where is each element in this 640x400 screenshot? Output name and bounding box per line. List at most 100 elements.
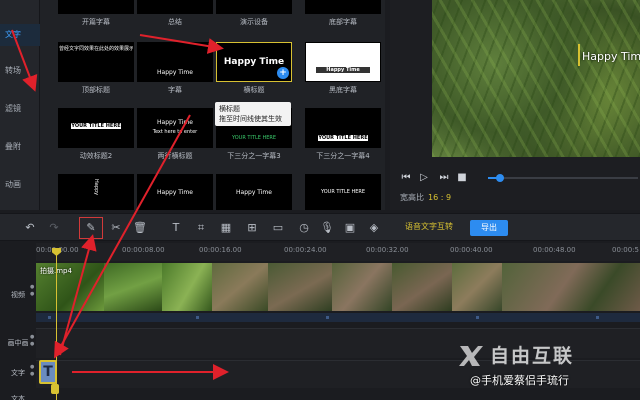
template-thumbnail: YOUR TITLE HERE (58, 108, 134, 148)
template-caption: 横标题 (243, 86, 265, 94)
template-card[interactable]: 底部字幕 (305, 0, 381, 27)
tooltip-title: 横标题 (219, 105, 240, 113)
video-thumbnail (452, 263, 502, 311)
time-tick: 00:00:40.00 (450, 246, 493, 254)
video-track[interactable]: 拍摄.mp4 (36, 263, 640, 311)
sidebar-item-animation[interactable]: 动画 (0, 174, 40, 196)
template-card[interactable]: Happy Time (216, 174, 292, 210)
template-thumbnail: Happy Time (137, 42, 213, 82)
template-preview-text: Happy (93, 179, 99, 196)
speech-to-text-button[interactable]: 语音文字互转 (405, 221, 453, 232)
template-caption: 两行横标题 (157, 152, 193, 160)
template-caption: 顶部标题 (82, 86, 110, 94)
template-caption: 黑底字幕 (329, 86, 357, 94)
edit-icon[interactable]: ✎ (79, 217, 103, 239)
template-card[interactable]: Happy Time (137, 174, 213, 210)
stop-icon[interactable]: ■ (456, 172, 468, 184)
redo-icon[interactable]: ↷ (46, 220, 62, 236)
aspect-ratio[interactable]: 宽高比 16 : 9 (400, 192, 451, 203)
template-card[interactable]: 总结 (137, 0, 213, 27)
video-thumbnail (162, 263, 212, 311)
freeze-icon[interactable]: ⊞ (244, 220, 260, 236)
template-preview-text: Happy Time (157, 119, 193, 126)
text-icon[interactable]: T (168, 220, 184, 236)
template-card-selected[interactable]: Happy Time + 横标题 (216, 42, 292, 95)
template-preview-text: Happy Time (236, 189, 272, 196)
watermark-logo-icon (459, 346, 483, 366)
delete-icon[interactable]: 🗑 (132, 220, 148, 236)
template-card[interactable]: Happy (58, 174, 134, 210)
category-sidebar: 文字 转场 滤镜 叠附 动画 (0, 0, 40, 210)
template-thumbnail: Happy Time Text here to enter (137, 108, 213, 148)
text-clip-handle[interactable] (51, 384, 59, 394)
watermark-brand: 自由互联 (490, 345, 575, 367)
play-icon[interactable]: ▷ (418, 172, 430, 184)
template-caption: 底部字幕 (329, 18, 357, 26)
tooltip-hint: 拖至时间线使其生效 (219, 115, 282, 123)
track-label-audio: 文本 (11, 395, 25, 400)
add-icon[interactable]: + (277, 67, 289, 79)
video-thumbnail (212, 263, 268, 311)
zoom-icon[interactable]: ▭ (270, 220, 286, 236)
template-card[interactable]: 开篇字幕 (58, 0, 134, 27)
text-clip[interactable]: T (39, 360, 57, 384)
audio-marker (48, 316, 51, 319)
template-thumbnail: Happy Time (305, 42, 381, 82)
template-thumbnail: Happy (58, 174, 134, 210)
template-thumbnail: Happy Time + (216, 42, 292, 82)
template-card[interactable]: 演示设备 (216, 0, 292, 27)
sidebar-item-filter[interactable]: 滤镜 (0, 98, 40, 120)
undo-icon[interactable]: ↶ (22, 220, 38, 236)
template-preview-text: YOUR TITLE HERE (231, 135, 277, 141)
template-thumbnail: YOUR TITLE HERE (305, 174, 381, 210)
export-button[interactable]: 导出 (470, 220, 508, 236)
template-preview-text: YOUR TITLE HERE (320, 189, 366, 195)
template-preview-subtext: Text here to enter (152, 129, 198, 135)
audio-waveform[interactable] (36, 313, 640, 322)
video-preview[interactable]: Happy Time (432, 0, 640, 157)
progress-handle[interactable] (496, 174, 504, 182)
video-thumbnail (502, 263, 640, 311)
sidebar-item-text[interactable]: 文字 (0, 24, 40, 46)
cut-icon[interactable]: ✂ (108, 220, 124, 236)
video-thumbnail (392, 263, 452, 311)
mosaic-icon[interactable]: ▦ (218, 220, 234, 236)
preview-progress-bar[interactable] (488, 174, 638, 182)
crop-icon[interactable]: ⌗ (193, 220, 209, 236)
audio-marker (196, 316, 199, 319)
template-card[interactable]: YOUR TITLE HERE 动效标题2 (58, 108, 134, 161)
screenshot-icon[interactable]: ▣ (342, 220, 358, 236)
time-tick: 00:00:32.00 (366, 246, 409, 254)
template-caption: 下三分之一字幕4 (316, 152, 370, 160)
video-thumbnail (268, 263, 332, 311)
time-tick: 00:00:5 (612, 246, 639, 254)
template-card[interactable]: YOUR TITLE HERE 下三分之一字幕4 (305, 108, 381, 161)
template-card[interactable]: YOUR TITLE HERE (305, 174, 381, 210)
template-thumbnail (58, 0, 134, 14)
audio-marker (476, 316, 479, 319)
time-tick: 00:00:48.00 (533, 246, 576, 254)
template-preview-text: Happy Time (316, 67, 370, 73)
aspect-ratio-value[interactable]: 16 : 9 (428, 193, 451, 202)
template-card[interactable]: Happy Time 黑底字幕 (305, 42, 381, 95)
preview-caption[interactable]: Happy Time (582, 50, 640, 63)
color-icon[interactable]: ◈ (366, 220, 382, 236)
sidebar-item-overlay[interactable]: 叠附 (0, 136, 40, 158)
voiceover-icon[interactable]: 🎙 (319, 220, 335, 236)
template-preview-text: Happy Time (157, 69, 193, 76)
time-tick: 00:00:16.00 (199, 246, 242, 254)
template-caption: 开篇字幕 (82, 18, 110, 26)
template-card[interactable]: Happy Time 字幕 (137, 42, 213, 95)
video-thumbnail (104, 263, 162, 311)
sidebar-item-transition[interactable]: 转场 (0, 60, 40, 82)
next-frame-icon[interactable]: ⏭ (438, 172, 450, 184)
template-card[interactable]: Happy Time Text here to enter 两行横标题 (137, 108, 213, 161)
template-thumbnail: YOUR TITLE HERE (305, 108, 381, 148)
template-preview-text: Happy Time (157, 189, 193, 196)
timeline-ruler[interactable]: 00:00:00.00 00:00:08.00 00:00:16.00 00:0… (36, 243, 640, 261)
template-thumbnail (305, 0, 381, 14)
prev-frame-icon[interactable]: ⏮ (400, 172, 412, 184)
speed-icon[interactable]: ◷ (296, 220, 312, 236)
template-card[interactable]: 曾经文字同效果在此处的效果展示 顶部标题 (58, 42, 134, 95)
text-cursor (578, 44, 580, 66)
